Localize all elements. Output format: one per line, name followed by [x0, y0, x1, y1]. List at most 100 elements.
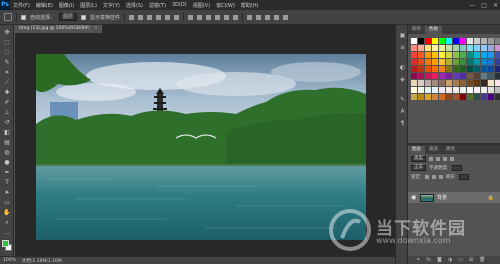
color-swatch[interactable]	[460, 52, 466, 58]
show-transform-checkbox[interactable]	[81, 14, 87, 20]
color-swatch[interactable]	[439, 80, 445, 86]
color-swatch[interactable]	[474, 59, 480, 65]
align-left-icon[interactable]	[156, 14, 162, 20]
menu-file[interactable]: 文件(F)	[10, 2, 33, 9]
tab-color[interactable]: 颜色	[408, 26, 425, 34]
color-swatch[interactable]	[488, 73, 494, 79]
add-mask-icon[interactable]: ◙	[437, 257, 442, 263]
color-swatch[interactable]	[495, 52, 500, 58]
color-swatch[interactable]	[467, 66, 473, 72]
color-swatch[interactable]	[439, 52, 445, 58]
color-swatch[interactable]	[418, 87, 424, 93]
color-swatch[interactable]	[446, 66, 452, 72]
menu-type[interactable]: 文字(Y)	[100, 2, 123, 9]
color-swatch[interactable]	[439, 59, 445, 65]
color-swatch[interactable]	[446, 73, 452, 79]
color-swatch[interactable]	[425, 38, 431, 44]
eraser-tool-icon[interactable]: ◧	[3, 129, 11, 136]
layer-kind-filter[interactable]: 类型	[411, 155, 426, 162]
color-swatch[interactable]	[460, 59, 466, 65]
history-brush-tool-icon[interactable]: ↺	[3, 119, 11, 126]
tab-paths[interactable]: 路径	[442, 146, 459, 154]
color-swatch[interactable]	[460, 66, 466, 72]
color-swatch[interactable]	[439, 73, 445, 79]
color-swatch[interactable]	[418, 59, 424, 65]
color-swatch[interactable]	[453, 94, 459, 100]
clone-stamp-tool-icon[interactable]: ⊥	[3, 109, 11, 116]
filter-pixel-icon[interactable]	[429, 156, 433, 161]
color-swatch[interactable]	[481, 94, 487, 100]
hand-tool-icon[interactable]: ✋	[3, 209, 11, 216]
color-swatch[interactable]	[474, 52, 480, 58]
color-swatch[interactable]	[460, 38, 466, 44]
color-swatch[interactable]	[446, 59, 452, 65]
color-swatch[interactable]	[474, 80, 480, 86]
color-swatch[interactable]	[411, 45, 417, 51]
filter-adjust-icon[interactable]	[436, 156, 440, 161]
menu-edit[interactable]: 编辑(E)	[33, 2, 56, 9]
lasso-tool-icon[interactable]: ◌	[3, 49, 11, 56]
filter-type-icon[interactable]	[443, 156, 447, 161]
brush-panel-icon[interactable]: ✎	[399, 97, 406, 103]
color-swatch[interactable]	[425, 59, 431, 65]
color-swatch[interactable]	[439, 66, 445, 72]
path-select-tool-icon[interactable]: ➤	[3, 189, 11, 196]
color-swatch[interactable]	[411, 87, 417, 93]
color-swatch[interactable]	[488, 45, 494, 51]
color-swatch[interactable]	[495, 45, 500, 51]
color-swatch[interactable]	[446, 94, 452, 100]
color-swatch[interactable]	[467, 59, 473, 65]
color-swatch[interactable]	[481, 66, 487, 72]
color-swatch[interactable]	[446, 87, 452, 93]
close-window-icon[interactable]: ✕	[493, 2, 498, 9]
color-swatch[interactable]	[446, 52, 452, 58]
color-swatch[interactable]	[481, 52, 487, 58]
color-swatch[interactable]	[453, 73, 459, 79]
color-swatch[interactable]	[453, 87, 459, 93]
3d-pan-icon[interactable]	[274, 14, 280, 20]
color-swatch[interactable]	[418, 73, 424, 79]
color-swatch[interactable]	[474, 73, 480, 79]
distribute-middle-icon[interactable]	[197, 14, 203, 20]
marquee-tool-icon[interactable]: ⬚	[3, 39, 11, 46]
color-swatch[interactable]	[432, 87, 438, 93]
color-swatch[interactable]	[474, 94, 480, 100]
menu-help[interactable]: 帮助(H)	[238, 2, 262, 9]
menu-filter[interactable]: 滤镜(T)	[146, 2, 169, 9]
3d-mode-icon[interactable]	[247, 14, 253, 20]
color-swatch[interactable]	[460, 94, 466, 100]
color-swatch[interactable]	[425, 80, 431, 86]
color-swatch[interactable]	[467, 38, 473, 44]
align-middle-icon[interactable]	[138, 14, 144, 20]
color-swatch[interactable]	[418, 52, 424, 58]
color-swatch[interactable]	[460, 87, 466, 93]
color-swatch[interactable]	[411, 73, 417, 79]
tab-layers[interactable]: 图层	[408, 146, 425, 154]
color-swatch[interactable]	[439, 94, 445, 100]
color-swatch[interactable]	[474, 66, 480, 72]
visibility-eye-icon[interactable]: ◉	[411, 194, 417, 201]
color-swatch[interactable]	[460, 45, 466, 51]
lock-position-icon[interactable]	[431, 174, 436, 179]
auto-select-checkbox[interactable]	[21, 14, 26, 20]
color-swatch[interactable]	[481, 80, 487, 86]
color-swatch[interactable]	[467, 45, 473, 51]
color-swatch[interactable]	[418, 80, 424, 86]
color-swatch[interactable]	[453, 38, 459, 44]
pen-tool-icon[interactable]: ✒	[3, 169, 11, 176]
crop-tool-icon[interactable]: ⌗	[3, 69, 11, 76]
color-swatch[interactable]	[411, 38, 417, 44]
distribute-top-icon[interactable]	[188, 14, 194, 20]
document-tab[interactable]: timg (13).jpg @ 100%(RGB/8#) ×	[15, 25, 102, 33]
type-tool-icon[interactable]: T	[3, 179, 11, 186]
tab-swatches[interactable]: 色板	[425, 26, 442, 34]
distribute-left-icon[interactable]	[215, 14, 221, 20]
color-swatch[interactable]	[432, 94, 438, 100]
color-swatch[interactable]	[474, 87, 480, 93]
color-swatch[interactable]	[467, 73, 473, 79]
distribute-center-icon[interactable]	[224, 14, 230, 20]
healing-brush-tool-icon[interactable]: ✚	[3, 89, 11, 96]
menu-window[interactable]: 窗口(W)	[213, 2, 238, 9]
color-swatch[interactable]	[446, 38, 452, 44]
color-swatch[interactable]	[425, 45, 431, 51]
